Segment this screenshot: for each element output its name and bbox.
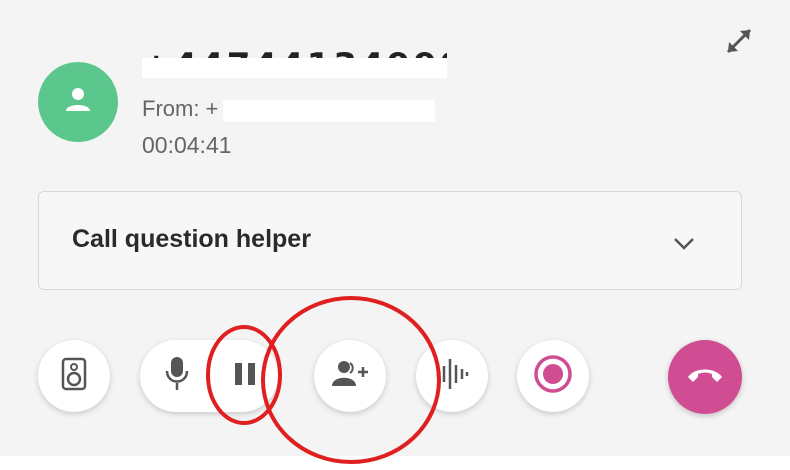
record-button[interactable] <box>517 340 589 412</box>
add-participant-icon <box>330 359 370 393</box>
audio-wave-button[interactable] <box>416 340 488 412</box>
helper-label: Call question helper <box>72 225 311 253</box>
audio-wave-icon <box>434 357 470 395</box>
active-call-panel: +447441349999 From: + 00:04:41 Call ques… <box>0 0 790 456</box>
call-question-helper[interactable]: Call question helper <box>38 191 742 290</box>
bottom-edge <box>0 456 790 470</box>
call-duration: 00:04:41 <box>142 132 232 158</box>
redaction-bar <box>142 58 447 78</box>
from-number: From: + <box>142 96 219 121</box>
redaction-bar <box>223 100 435 122</box>
speaker-button[interactable] <box>38 340 110 412</box>
chevron-down-icon[interactable] <box>669 228 699 258</box>
hang-up-button[interactable] <box>668 340 742 414</box>
hang-up-icon <box>685 365 725 389</box>
speaker-icon <box>61 357 87 395</box>
microphone-icon <box>163 355 191 397</box>
add-participant-button[interactable] <box>314 340 386 412</box>
user-icon <box>63 85 93 119</box>
caller-number: +447441349999 <box>142 44 447 82</box>
mute-button[interactable] <box>142 340 212 412</box>
hold-button[interactable] <box>210 340 280 412</box>
pause-icon <box>232 361 258 391</box>
record-icon <box>533 354 573 398</box>
expand-icon[interactable] <box>720 22 758 60</box>
avatar <box>38 62 118 142</box>
